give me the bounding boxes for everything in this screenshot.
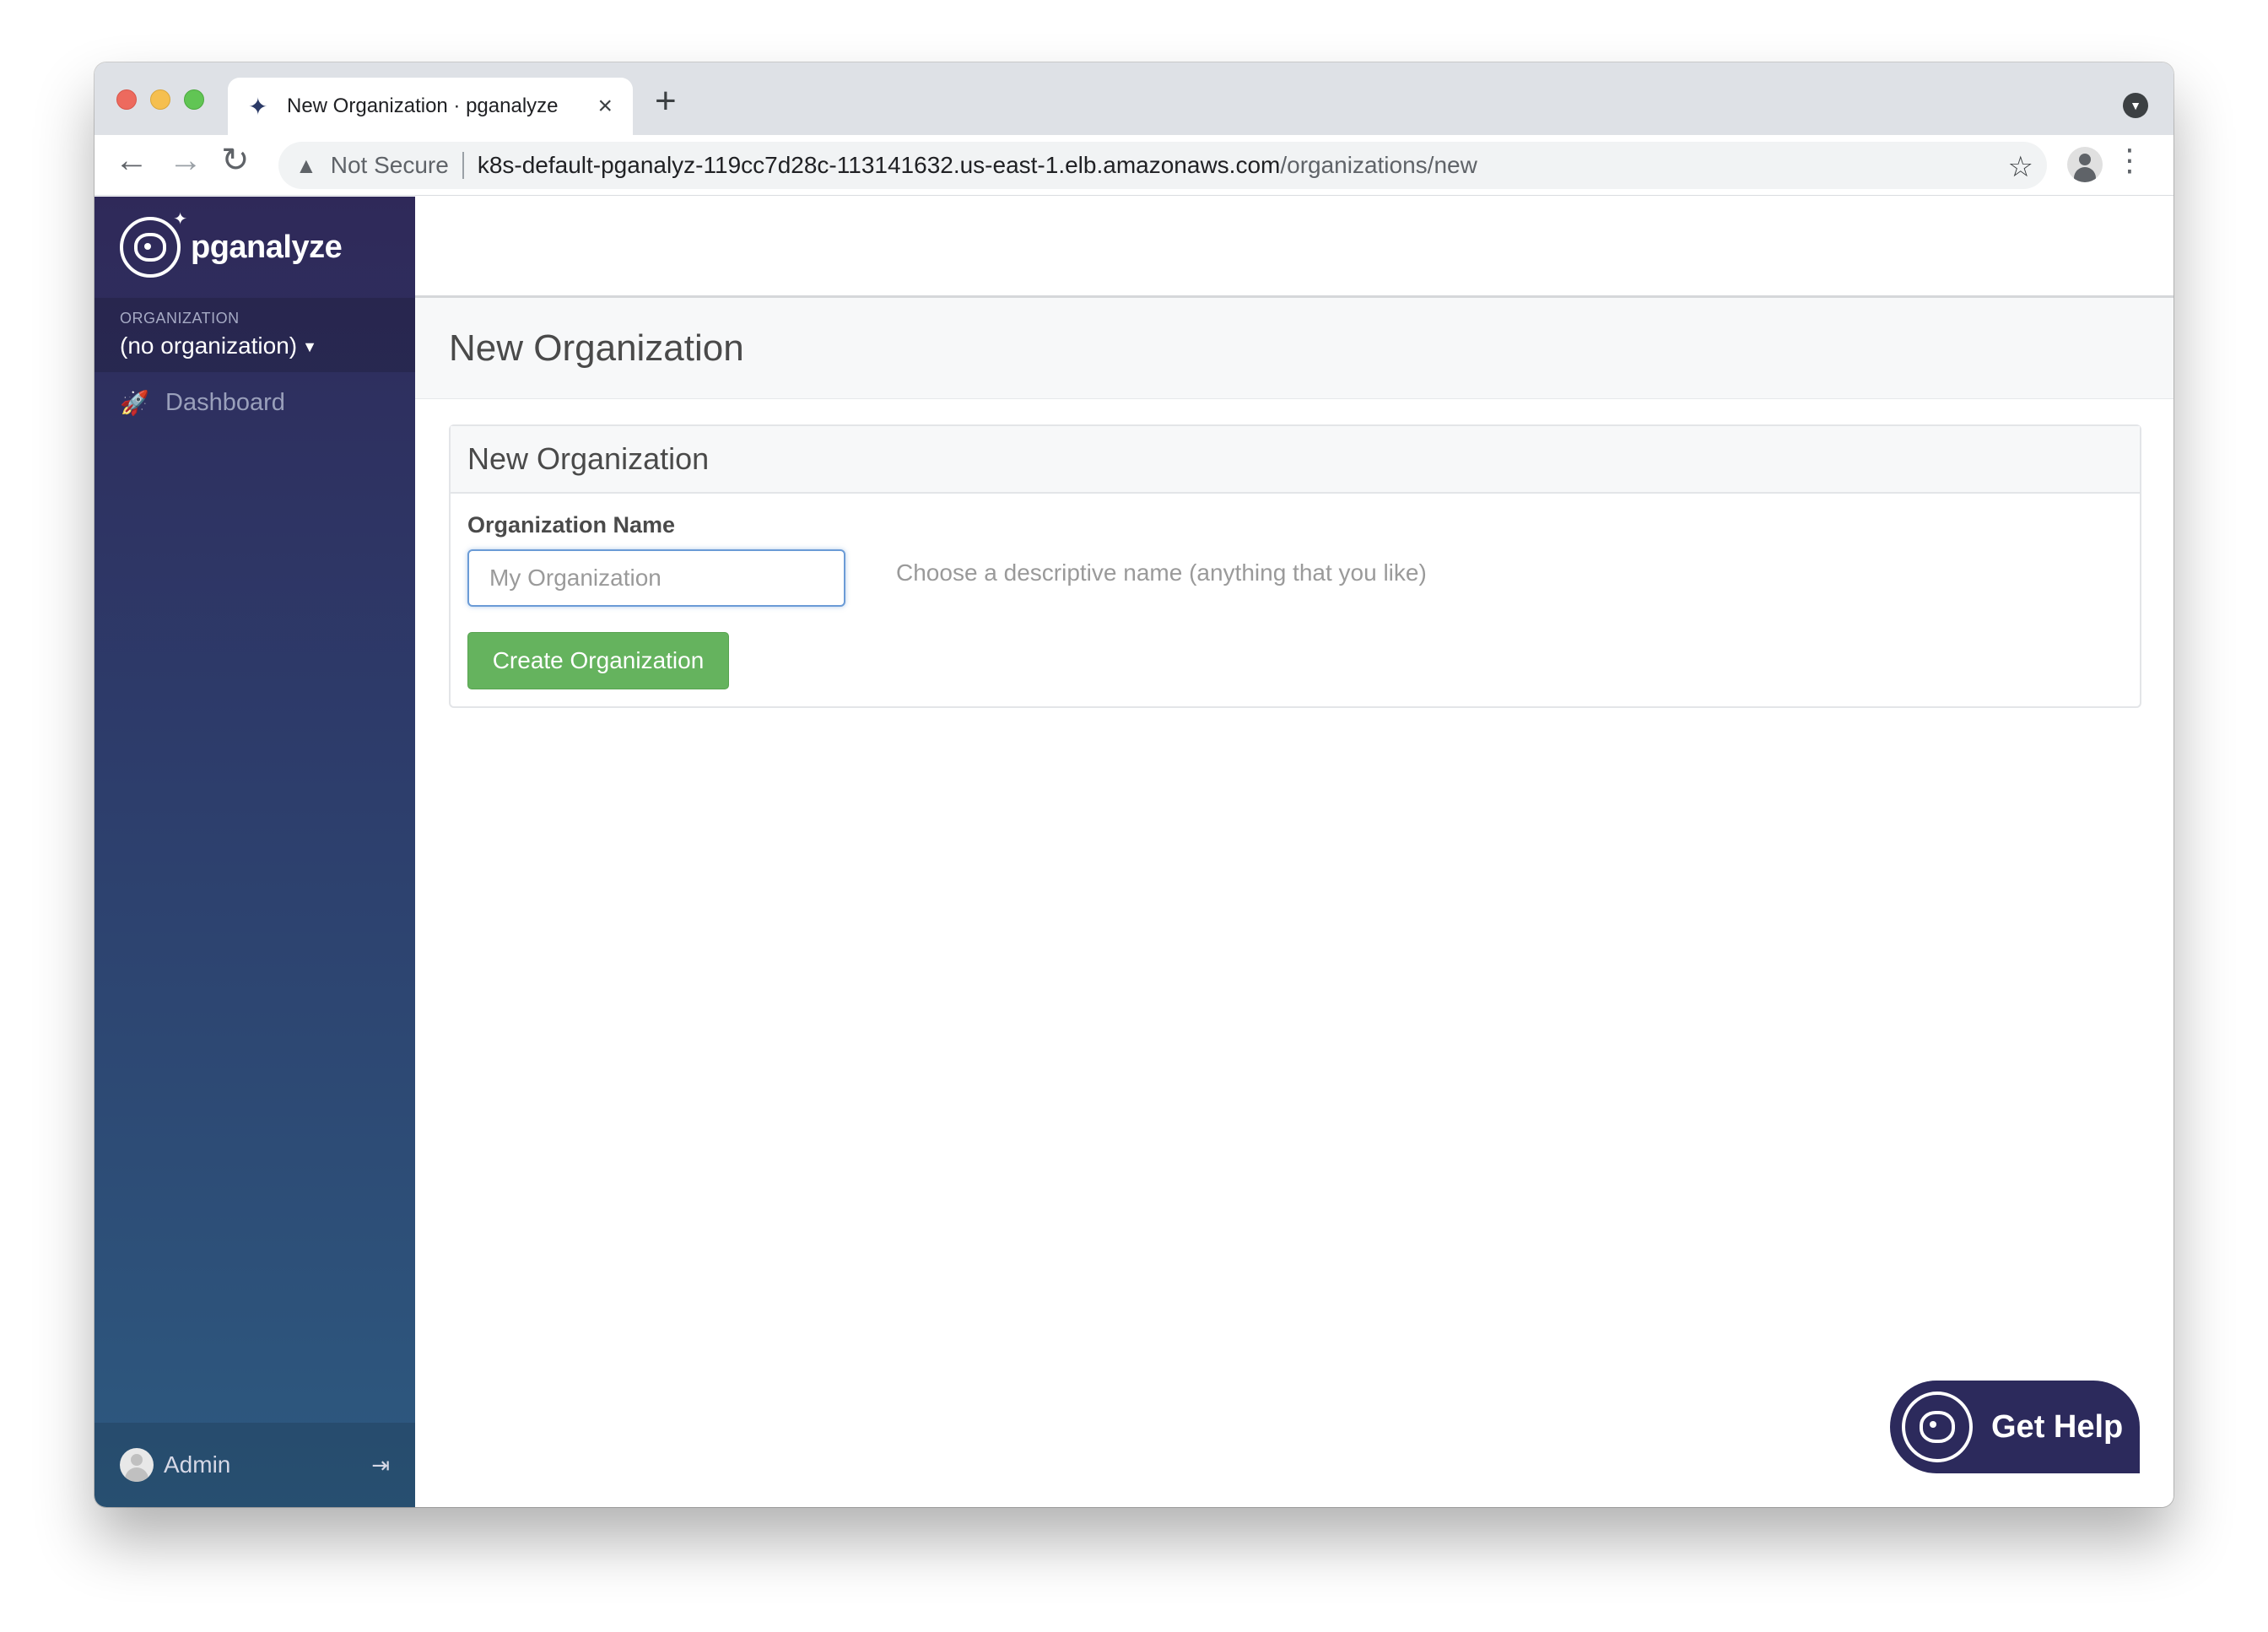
url-host: k8s-default-pganalyz-119cc7d28c-11314163… — [477, 152, 1281, 178]
avatar — [120, 1448, 154, 1482]
tab-title: New Organization · pganalyze — [287, 95, 559, 117]
sidebar-item-dashboard[interactable]: 🚀 Dashboard — [120, 389, 285, 417]
user-name: Admin — [164, 1451, 231, 1478]
caret-down-icon: ▼ — [302, 338, 317, 356]
bookmark-star-icon[interactable]: ☆ — [2008, 150, 2033, 184]
pganalyze-logo-icon — [1902, 1392, 1973, 1462]
organization-name-label: Organization Name — [467, 512, 676, 538]
organization-selector[interactable]: ORGANIZATION (no organization) ▼ — [94, 298, 415, 372]
brand[interactable]: ✦ pganalyze — [120, 210, 343, 281]
back-arrow-icon[interactable]: ← — [115, 143, 148, 177]
organization-label: ORGANIZATION — [120, 310, 240, 327]
browser-window: ✦ New Organization · pganalyze × + ▼ ← →… — [94, 62, 2174, 1507]
organization-name-input[interactable] — [467, 549, 845, 607]
get-help-label: Get Help — [1991, 1408, 2124, 1445]
main-content: New Organization New Organization Organi… — [415, 197, 2174, 1507]
browser-tab[interactable]: ✦ New Organization · pganalyze × — [228, 78, 633, 135]
rocket-icon: 🚀 — [120, 390, 149, 416]
address-divider — [462, 152, 464, 179]
browser-titlebar: ✦ New Organization · pganalyze × + ▼ — [94, 62, 2174, 135]
organization-name-help: Choose a descriptive name (anything that… — [896, 559, 1427, 586]
forward-arrow-icon[interactable]: → — [169, 143, 202, 177]
maximize-window-button[interactable] — [184, 89, 204, 110]
brand-name: pganalyze — [191, 229, 343, 265]
page-title: New Organization — [449, 327, 744, 369]
kebab-menu-icon[interactable]: ⋮ — [2114, 145, 2145, 176]
app-viewport: ✦ pganalyze ORGANIZATION (no organizatio… — [94, 197, 2174, 1507]
sidebar-item-label: Dashboard — [165, 389, 285, 416]
organization-value: (no organization) ▼ — [120, 332, 390, 359]
pganalyze-logo-icon: ✦ — [120, 210, 187, 278]
page-header: New Organization — [415, 298, 2174, 399]
panel-title: New Organization — [467, 441, 710, 476]
close-window-button[interactable] — [116, 89, 137, 110]
top-bar — [415, 197, 2174, 298]
close-tab-icon[interactable]: × — [597, 94, 613, 119]
reload-icon[interactable]: ↻ — [221, 143, 250, 177]
new-organization-panel: New Organization Organization Name Choos… — [449, 424, 2141, 708]
tab-search-icon[interactable]: ▼ — [2123, 93, 2148, 118]
minimize-window-button[interactable] — [150, 89, 170, 110]
get-help-button[interactable]: Get Help — [1890, 1381, 2140, 1473]
new-tab-icon[interactable]: + — [655, 83, 677, 120]
address-bar[interactable]: ▲ Not Secure k8s-default-pganalyz-119cc7… — [278, 142, 2047, 189]
browser-toolbar: ← → ↻ ▲ Not Secure k8s-default-pganalyz-… — [94, 135, 2174, 196]
security-label: Not Secure — [330, 152, 449, 178]
create-organization-button[interactable]: Create Organization — [467, 632, 729, 689]
user-menu[interactable]: Admin ⇥ — [94, 1423, 415, 1507]
account-icon[interactable] — [2067, 147, 2103, 182]
organization-name: (no organization) — [120, 332, 298, 359]
sparkle-favicon-icon: ✦ — [248, 93, 268, 120]
warning-icon: ▲ — [295, 152, 317, 178]
sidebar: ✦ pganalyze ORGANIZATION (no organizatio… — [94, 197, 415, 1507]
url-path: /organizations/new — [1280, 152, 1477, 178]
sign-out-icon[interactable]: ⇥ — [371, 1452, 390, 1478]
panel-header: New Organization — [451, 426, 2140, 494]
